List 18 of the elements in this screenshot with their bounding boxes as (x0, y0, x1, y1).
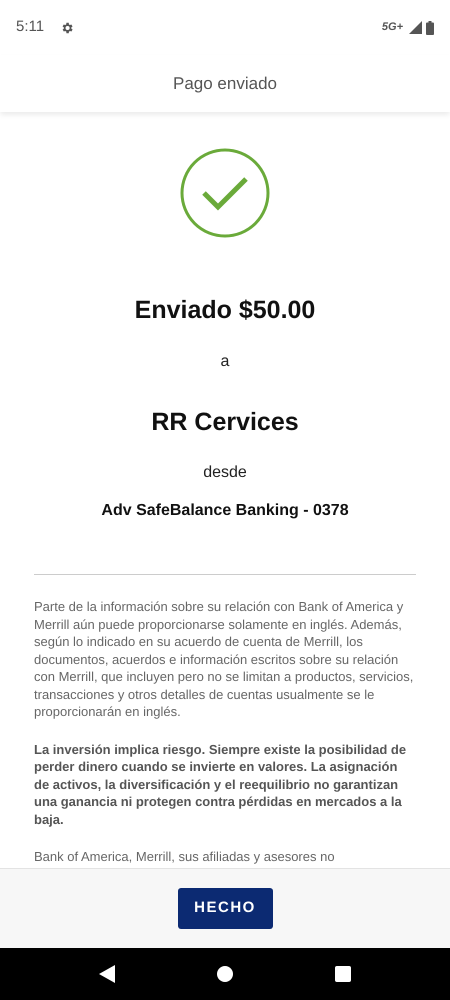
signal-icon (409, 21, 422, 34)
network-type: 5G+ (382, 20, 403, 36)
disclosure-text: La inversión implica riesgo. Siempre existe la posibilidad de perder dinero cuando se invierte en valores. La asignación de activos, la diversificación y el reequilibrio no garantizan una ganancia ni protegen contra pérdidas en mercados a la baja. (34, 740, 408, 828)
home-icon[interactable] (217, 966, 233, 982)
battery-icon (426, 20, 434, 34)
to-label: a (220, 352, 230, 370)
settings-icon (60, 20, 74, 34)
status-time: 5:11 (16, 17, 44, 38)
page-title: Pago enviado (173, 72, 277, 95)
disclosure-text: Parte de la información sobre su relación con Bank of America y Merrill aún puede proporcionarse solamente en inglés. Además, según lo indicado en su acuerdo de cuenta de Merrill, los documentos, acuerdos e información escritos sobre su relación con Merrill, que incluyen pero no se limitan a productos, servicios, transacciones y otros detalles de cuentas usualmente se le proporcionarán en inglés. (34, 598, 414, 720)
back-icon[interactable] (99, 965, 115, 983)
done-button[interactable]: HECHO (178, 888, 272, 929)
disclosure-text: Bank of America, Merrill, sus afiliadas y asesores no (34, 848, 336, 866)
from-label: desde (203, 464, 247, 481)
amount-sent: Enviado $50.00 (134, 296, 316, 324)
account-name: Adv SafeBalance Banking - 0378 (101, 502, 349, 519)
payee-name: RR Cervices (151, 408, 299, 436)
checkmark-icon (180, 148, 270, 238)
